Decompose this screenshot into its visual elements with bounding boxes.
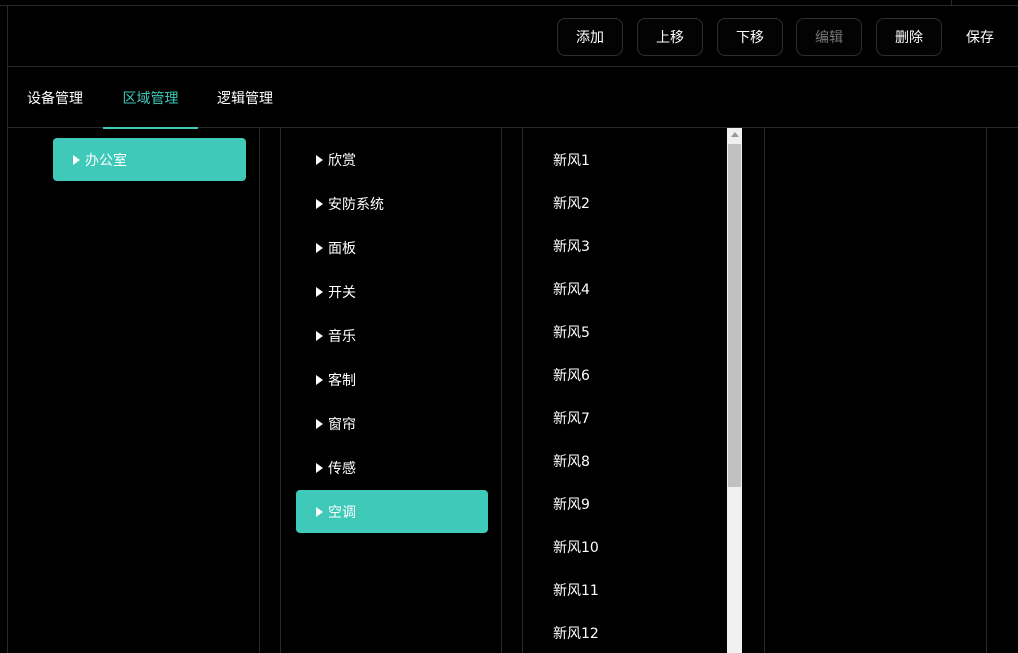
device-item[interactable]: 新风5 (553, 322, 590, 342)
caret-right-icon (316, 154, 323, 165)
category-item[interactable]: 客制 (296, 358, 488, 401)
device-item[interactable]: 新风11 (553, 580, 599, 600)
edit-button[interactable]: 编辑 (796, 18, 862, 56)
category-item-label: 传感 (328, 460, 356, 477)
device-item[interactable]: 新风12 (553, 623, 599, 643)
tab-area-management[interactable]: 区域管理 (103, 68, 198, 128)
category-item[interactable]: 安防系统 (296, 182, 488, 225)
category-item-label: 客制 (328, 372, 356, 389)
category-item-label: 音乐 (328, 328, 356, 345)
scrollbar-thumb[interactable] (728, 144, 741, 487)
device-item[interactable]: 新风3 (553, 236, 590, 256)
caret-right-icon (316, 198, 323, 209)
delete-button[interactable]: 删除 (876, 18, 942, 56)
scroll-up-arrow-icon[interactable] (731, 132, 739, 137)
device-item[interactable]: 新风4 (553, 279, 590, 299)
caret-right-icon (73, 154, 80, 165)
column-divider (259, 128, 260, 653)
device-item[interactable]: 新风8 (553, 451, 590, 471)
category-item-label: 安防系统 (328, 196, 384, 213)
device-item[interactable]: 新风1 (553, 150, 590, 170)
category-item[interactable]: 传感 (296, 446, 488, 489)
caret-right-icon (316, 506, 323, 517)
category-item-label: 空调 (328, 504, 356, 521)
category-item[interactable]: 面板 (296, 226, 488, 269)
area-item-office[interactable]: 办公室 (53, 138, 246, 181)
category-item[interactable]: 窗帘 (296, 402, 488, 445)
column-divider (280, 128, 281, 653)
category-item-label: 开关 (328, 284, 356, 301)
category-item-selected[interactable]: 空调 (296, 490, 488, 533)
toolbar-divider (7, 66, 1018, 67)
move-up-button[interactable]: 上移 (637, 18, 703, 56)
add-button[interactable]: 添加 (557, 18, 623, 56)
device-item[interactable]: 新风10 (553, 537, 599, 557)
active-tab-indicator (103, 127, 198, 129)
caret-right-icon (316, 374, 323, 385)
category-item-label: 面板 (328, 240, 356, 257)
left-border (7, 5, 8, 653)
move-down-button[interactable]: 下移 (717, 18, 783, 56)
category-item[interactable]: 音乐 (296, 314, 488, 357)
category-item-label: 欣赏 (328, 152, 356, 169)
caret-right-icon (316, 462, 323, 473)
tab-device-management[interactable]: 设备管理 (20, 68, 90, 128)
top-border (0, 5, 1018, 6)
caret-right-icon (316, 330, 323, 341)
category-item[interactable]: 开关 (296, 270, 488, 313)
column-divider (986, 128, 987, 653)
category-item-label: 窗帘 (328, 416, 356, 433)
column-divider (764, 128, 765, 653)
device-item[interactable]: 新风9 (553, 494, 590, 514)
save-button[interactable]: 保存 (955, 18, 1005, 56)
device-item[interactable]: 新风6 (553, 365, 590, 385)
category-item[interactable]: 欣赏 (296, 138, 488, 181)
device-item[interactable]: 新风7 (553, 408, 590, 428)
top-right-divider (951, 0, 952, 5)
column-divider (501, 128, 502, 653)
caret-right-icon (316, 286, 323, 297)
column-divider (522, 128, 523, 653)
caret-right-icon (316, 418, 323, 429)
tab-logic-management[interactable]: 逻辑管理 (210, 68, 280, 128)
device-item[interactable]: 新风2 (553, 193, 590, 213)
caret-right-icon (316, 242, 323, 253)
area-item-label: 办公室 (85, 152, 127, 169)
